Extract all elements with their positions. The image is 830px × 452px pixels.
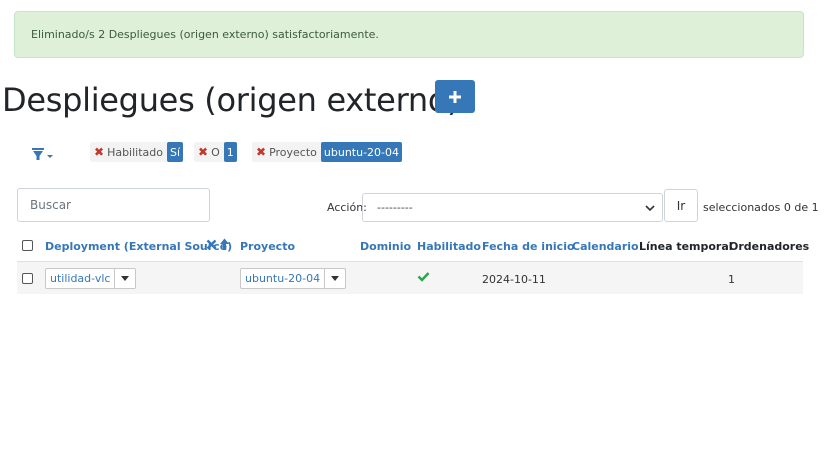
remove-filter-icon[interactable]: ✖ [194, 145, 211, 159]
proyecto-link[interactable]: ubuntu-20-04 [241, 269, 324, 288]
go-button-label: Ir [676, 198, 686, 213]
filter-chip-o[interactable]: ✖ O 1 [194, 142, 237, 162]
caret-down-icon [331, 276, 340, 281]
remove-sort-icon[interactable] [206, 237, 217, 251]
deployment-dropdown-toggle[interactable] [114, 269, 135, 288]
ordenadores-cell: 1 [728, 273, 735, 286]
column-header-habilitado[interactable]: Habilitado [417, 240, 481, 253]
column-header-proyecto[interactable]: Proyecto [240, 240, 295, 253]
filter-toggle-button[interactable] [32, 146, 56, 164]
page-title: Despliegues (origen externo) [2, 81, 460, 119]
chevron-down-icon [645, 205, 655, 212]
row-checkbox[interactable] [22, 273, 33, 284]
filter-chip-label: O [211, 145, 220, 159]
selection-counter: seleccionados 0 de 1 [703, 201, 819, 214]
filter-chip-value: ubuntu-20-04 [320, 142, 403, 162]
deployment-link[interactable]: utilidad-vlc [46, 269, 114, 288]
sort-ascending-icon[interactable] [219, 237, 230, 251]
filter-chip-proyecto[interactable]: ✖ Proyecto ubuntu-20-04 [252, 142, 403, 162]
filter-chip-label: Habilitado [107, 145, 163, 159]
deployment-dropdown[interactable]: utilidad-vlc [45, 268, 137, 289]
column-header-ordenadores: Ordenadores [729, 240, 810, 253]
alert-message: Eliminado/s 2 Despliegues (origen extern… [31, 28, 379, 41]
filter-chip-value: Sí [167, 142, 184, 162]
column-header-fecha-inicio[interactable]: Fecha de inicio [482, 240, 575, 253]
action-select[interactable]: --------- [362, 193, 663, 222]
column-header-calendario[interactable]: Calendario [572, 240, 639, 253]
caret-down-icon [121, 276, 130, 281]
filter-chip-label: Proyecto [269, 145, 317, 159]
filter-chip-value: 1 [223, 142, 237, 162]
sort-controls [206, 237, 230, 251]
column-header-linea-temporal: Línea temporal [639, 240, 733, 253]
action-selected-value: --------- [377, 201, 413, 214]
add-deployment-button[interactable] [435, 80, 475, 113]
enabled-check-icon [417, 271, 430, 285]
remove-filter-icon[interactable]: ✖ [90, 145, 107, 159]
action-label: Acción: [327, 201, 367, 214]
column-header-dominio[interactable]: Dominio [360, 240, 411, 253]
filter-chip-habilitado[interactable]: ✖ Habilitado Sí [90, 142, 184, 162]
filter-dropdown-icon [32, 148, 53, 160]
column-header-deployment[interactable]: Deployment (External Source) [45, 240, 232, 253]
remove-filter-icon[interactable]: ✖ [252, 145, 269, 159]
go-button[interactable]: Ir [664, 189, 698, 222]
plus-icon [449, 90, 461, 103]
proyecto-dropdown[interactable]: ubuntu-20-04 [240, 268, 347, 289]
success-alert: Eliminado/s 2 Despliegues (origen extern… [14, 11, 804, 58]
select-all-checkbox[interactable] [22, 240, 33, 251]
proyecto-dropdown-toggle[interactable] [324, 269, 345, 288]
fecha-inicio-cell: 2024-10-11 [482, 273, 546, 286]
search-input[interactable] [17, 188, 210, 222]
